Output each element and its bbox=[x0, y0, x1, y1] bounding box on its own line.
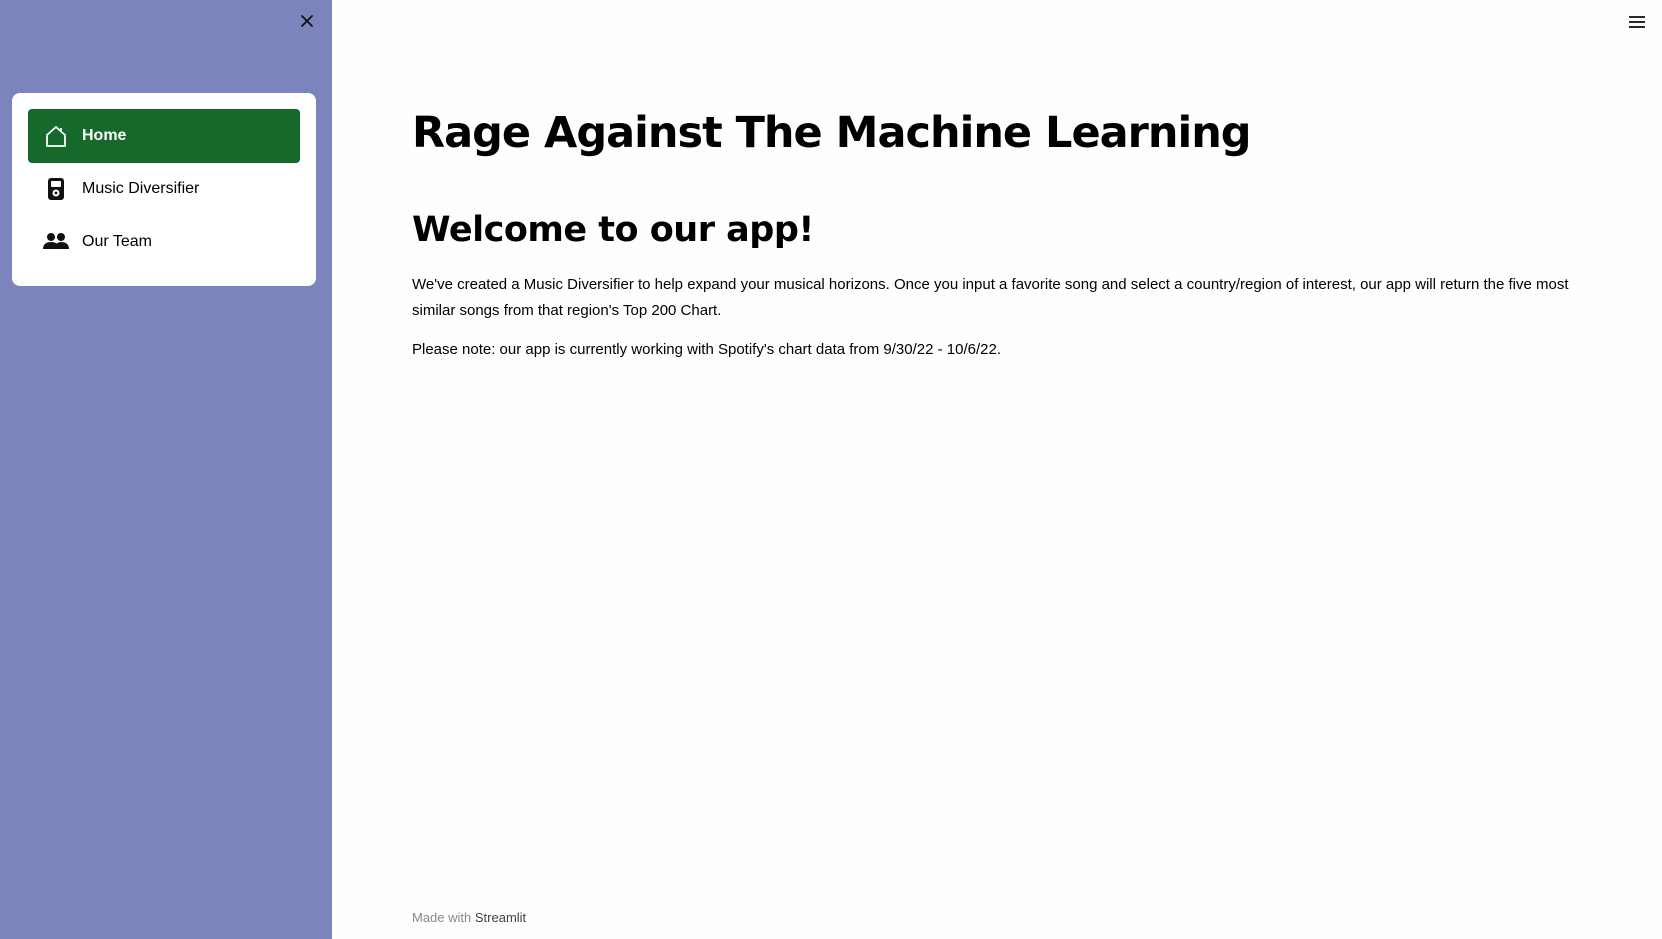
home-icon bbox=[42, 122, 70, 150]
nav-menu: Home Music Diversifier Our Team bbox=[12, 93, 316, 286]
close-sidebar-button[interactable] bbox=[296, 10, 318, 32]
app-root: Home Music Diversifier Our Team Rage Aga… bbox=[0, 0, 1662, 939]
music-player-icon bbox=[42, 175, 70, 203]
intro-paragraph: We've created a Music Diversifier to hel… bbox=[412, 276, 1569, 319]
page-title: Rage Against The Machine Learning bbox=[412, 108, 1252, 158]
footer: Made with Streamlit bbox=[412, 910, 526, 925]
close-icon bbox=[301, 15, 313, 27]
nav-item-label: Music Diversifier bbox=[82, 180, 200, 197]
main-menu-button[interactable] bbox=[1626, 12, 1648, 32]
nav-item-music-diversifier[interactable]: Music Diversifier bbox=[28, 162, 300, 216]
hamburger-menu-icon bbox=[1629, 16, 1645, 28]
nav-item-our-team[interactable]: Our Team bbox=[28, 215, 300, 269]
people-icon bbox=[42, 228, 70, 256]
nav-item-label: Home bbox=[82, 127, 127, 144]
note-paragraph: Please note: our app is currently workin… bbox=[412, 341, 1002, 358]
main-content: Rage Against The Machine Learning Welcom… bbox=[332, 0, 1662, 939]
footer-prefix: Made with bbox=[412, 910, 472, 925]
welcome-heading: Welcome to our app! bbox=[412, 210, 814, 250]
streamlit-link[interactable]: Streamlit bbox=[475, 910, 526, 925]
nav-item-home[interactable]: Home bbox=[28, 109, 300, 163]
nav-item-label: Our Team bbox=[82, 233, 152, 250]
sidebar: Home Music Diversifier Our Team bbox=[0, 0, 332, 939]
